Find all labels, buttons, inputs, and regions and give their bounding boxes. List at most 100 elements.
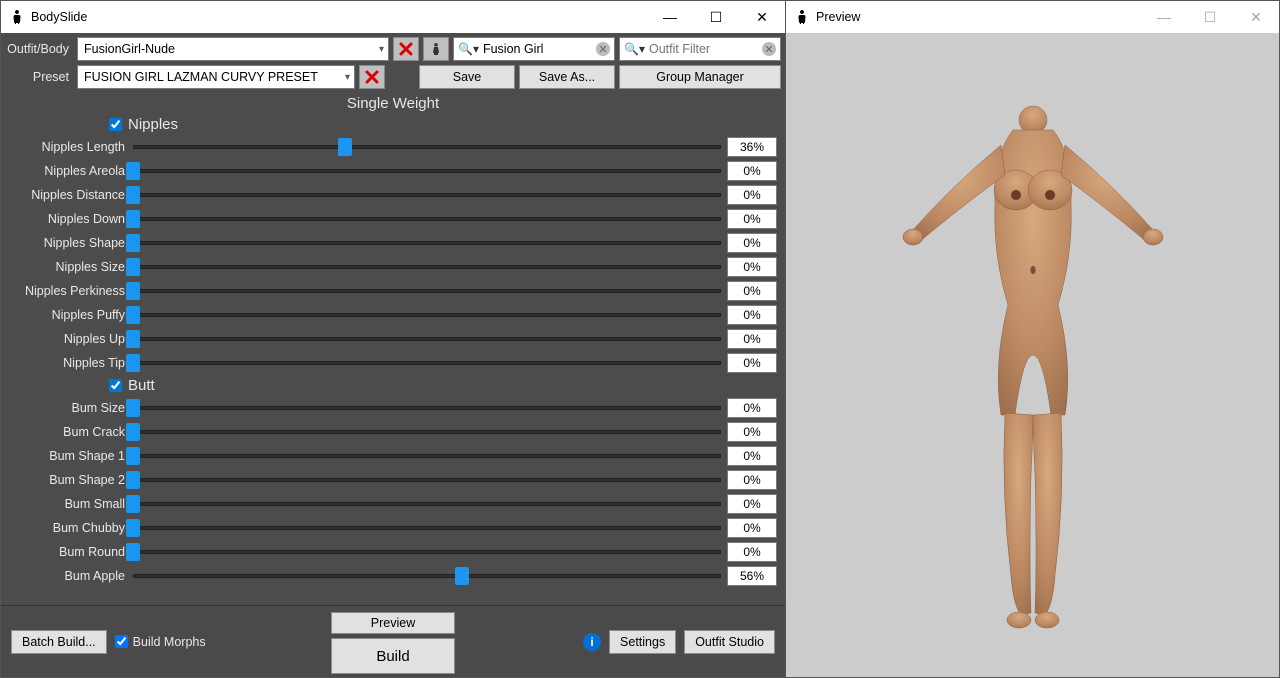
clear-icon[interactable]: ✕	[762, 42, 776, 56]
slider-thumb[interactable]	[126, 258, 140, 276]
slider-thumb[interactable]	[126, 399, 140, 417]
slider-track[interactable]	[133, 542, 721, 562]
slider-track[interactable]	[133, 494, 721, 514]
slider-value[interactable]: 0%	[727, 398, 777, 418]
slider-value[interactable]: 56%	[727, 566, 777, 586]
slider-thumb[interactable]	[126, 162, 140, 180]
build-morphs-checkbox-wrap[interactable]: Build Morphs	[115, 635, 206, 649]
maximize-button[interactable]: ☐	[1187, 1, 1233, 33]
slider-thumb[interactable]	[126, 210, 140, 228]
slider-thumb[interactable]	[126, 519, 140, 537]
slider-track[interactable]	[133, 209, 721, 229]
slider-value[interactable]: 0%	[727, 233, 777, 253]
group-checkbox[interactable]	[109, 118, 122, 131]
slider-thumb[interactable]	[126, 186, 140, 204]
save-as-button[interactable]: Save As...	[519, 65, 615, 89]
slider-list[interactable]: Nipples Nipples Length 36% Nipples Areol…	[1, 114, 785, 605]
group-checkbox[interactable]	[109, 379, 122, 392]
slider-track[interactable]	[133, 233, 721, 253]
slider-value[interactable]: 0%	[727, 446, 777, 466]
close-button[interactable]: ✕	[1233, 1, 1279, 33]
outfit-filter-search[interactable]: 🔍▾ ✕	[619, 37, 781, 61]
minimize-button[interactable]: —	[647, 1, 693, 33]
slider-value[interactable]: 0%	[727, 329, 777, 349]
info-icon[interactable]: i	[583, 633, 601, 651]
slider-label: Nipples Shape	[1, 236, 127, 250]
slider-value[interactable]: 36%	[727, 137, 777, 157]
slider-thumb[interactable]	[126, 423, 140, 441]
slider-thumb[interactable]	[455, 567, 469, 585]
group-filter-search[interactable]: 🔍▾ ✕	[453, 37, 615, 61]
save-button[interactable]: Save	[419, 65, 515, 89]
clear-icon[interactable]: ✕	[596, 42, 610, 56]
outfit-body-value: FusionGirl-Nude	[84, 42, 175, 56]
slider-thumb[interactable]	[126, 354, 140, 372]
slider-track[interactable]	[133, 185, 721, 205]
slider-thumb[interactable]	[126, 495, 140, 513]
group-manager-button[interactable]: Group Manager	[619, 65, 781, 89]
slider-track[interactable]	[133, 329, 721, 349]
slider-value[interactable]: 0%	[727, 209, 777, 229]
settings-button[interactable]: Settings	[609, 630, 676, 654]
build-button[interactable]: Build	[331, 638, 455, 674]
slider-thumb[interactable]	[126, 471, 140, 489]
slider-thumb[interactable]	[126, 282, 140, 300]
slider-value[interactable]: 0%	[727, 422, 777, 442]
slider-track[interactable]	[133, 398, 721, 418]
close-button[interactable]: ✕	[739, 1, 785, 33]
browse-outfit-button[interactable]	[423, 37, 449, 61]
slider-track[interactable]	[133, 137, 721, 157]
preview-titlebar[interactable]: Preview — ☐ ✕	[786, 1, 1279, 33]
slider-track[interactable]	[133, 566, 721, 586]
slider-row: Nipples Puffy 0%	[1, 303, 785, 327]
slider-row: Nipples Shape 0%	[1, 231, 785, 255]
slider-value[interactable]: 0%	[727, 185, 777, 205]
batch-build-button[interactable]: Batch Build...	[11, 630, 107, 654]
slider-thumb[interactable]	[126, 234, 140, 252]
slider-track[interactable]	[133, 161, 721, 181]
slider-thumb[interactable]	[126, 306, 140, 324]
slider-track[interactable]	[133, 518, 721, 538]
slider-track[interactable]	[133, 257, 721, 277]
outfit-body-dropdown[interactable]: FusionGirl-Nude ▾	[77, 37, 389, 61]
center-buttons: Preview Build	[331, 612, 455, 674]
search-icon: 🔍▾	[624, 42, 645, 56]
slider-track[interactable]	[133, 446, 721, 466]
minimize-button[interactable]: —	[1141, 1, 1187, 33]
slider-track[interactable]	[133, 470, 721, 490]
slider-thumb[interactable]	[126, 543, 140, 561]
preset-dropdown[interactable]: FUSION GIRL LAZMAN CURVY PRESET ▾	[77, 65, 355, 89]
slider-value[interactable]: 0%	[727, 470, 777, 490]
delete-preset-button[interactable]	[359, 65, 385, 89]
slider-row: Bum Small 0%	[1, 492, 785, 516]
slider-value[interactable]: 0%	[727, 305, 777, 325]
slider-value[interactable]: 0%	[727, 494, 777, 514]
slider-value[interactable]: 0%	[727, 518, 777, 538]
preview-button[interactable]: Preview	[331, 612, 455, 634]
maximize-button[interactable]: ☐	[693, 1, 739, 33]
slider-row: Bum Shape 1 0%	[1, 444, 785, 468]
slider-row: Nipples Length 36%	[1, 135, 785, 159]
slider-value[interactable]: 0%	[727, 281, 777, 301]
build-morphs-checkbox[interactable]	[115, 635, 128, 648]
delete-outfit-button[interactable]	[393, 37, 419, 61]
slider-thumb[interactable]	[126, 330, 140, 348]
group-filter-input[interactable]	[483, 42, 592, 56]
slider-thumb[interactable]	[126, 447, 140, 465]
slider-value[interactable]: 0%	[727, 353, 777, 373]
slider-value[interactable]: 0%	[727, 257, 777, 277]
slider-track[interactable]	[133, 281, 721, 301]
slider-value[interactable]: 0%	[727, 161, 777, 181]
outfit-studio-button[interactable]: Outfit Studio	[684, 630, 775, 654]
slider-track[interactable]	[133, 422, 721, 442]
slider-row: Nipples Perkiness 0%	[1, 279, 785, 303]
slider-label: Bum Round	[1, 545, 127, 559]
preview-viewport[interactable]	[786, 33, 1279, 677]
slider-track[interactable]	[133, 353, 721, 373]
slider-track[interactable]	[133, 305, 721, 325]
slider-label: Nipples Length	[1, 140, 127, 154]
main-titlebar[interactable]: BodySlide — ☐ ✕	[1, 1, 785, 33]
slider-thumb[interactable]	[338, 138, 352, 156]
outfit-filter-input[interactable]	[649, 42, 758, 56]
slider-value[interactable]: 0%	[727, 542, 777, 562]
